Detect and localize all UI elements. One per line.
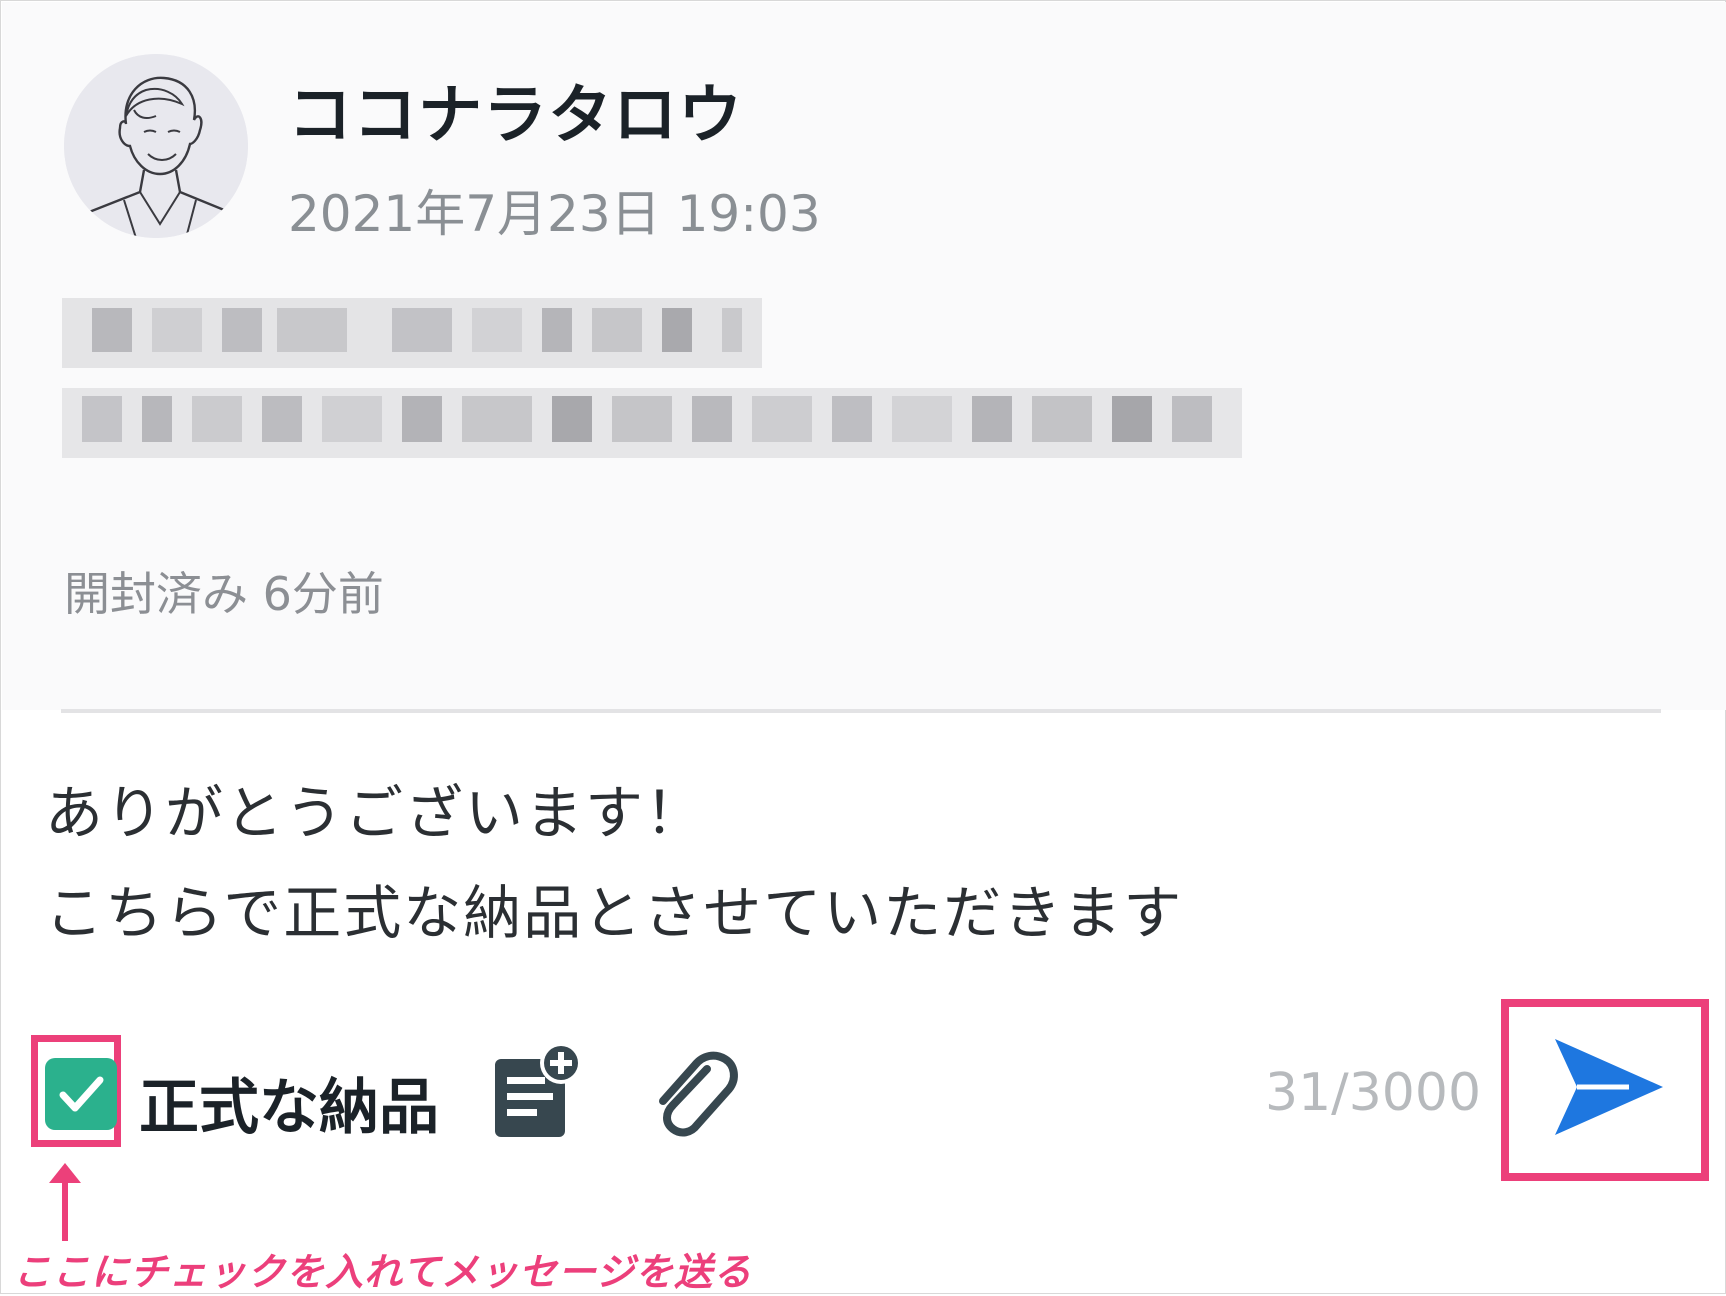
paperclip-icon[interactable] bbox=[653, 1041, 743, 1141]
message-input-line: こちらで正式な納品とさせていただきます bbox=[45, 879, 1184, 947]
message-timestamp: 2021年7月23日 19:03 bbox=[288, 185, 821, 243]
message-area: ココナラタロウ 2021年7月23日 19:03 開封済み 6分前 bbox=[2, 2, 1726, 710]
avatar[interactable] bbox=[64, 54, 248, 238]
blurred-message-line bbox=[62, 388, 1322, 458]
blurred-message-line bbox=[62, 298, 1322, 368]
official-delivery-checkbox[interactable] bbox=[45, 1058, 117, 1130]
annotation-caption: ここにチェックを入れてメッセージを送る bbox=[13, 1250, 753, 1294]
screenshot-frame: ココナラタロウ 2021年7月23日 19:03 開封済み 6分前 ありがとうご… bbox=[0, 0, 1726, 1294]
divider bbox=[61, 709, 1661, 713]
official-delivery-label[interactable]: 正式な納品 bbox=[139, 1059, 439, 1146]
check-icon bbox=[59, 1076, 104, 1112]
annotation-arrow-icon bbox=[45, 1161, 85, 1241]
send-icon bbox=[1555, 1039, 1663, 1135]
send-button[interactable] bbox=[1549, 1031, 1669, 1143]
sender-name: ココナラタロウ bbox=[288, 79, 743, 153]
template-add-icon[interactable] bbox=[491, 1041, 587, 1141]
character-count: 31/3000 bbox=[1265, 1063, 1482, 1123]
message-input-line: ありがとうございます！ bbox=[45, 779, 706, 847]
message-input[interactable]: ありがとうございます！ こちらで正式な納品とさせていただきます bbox=[45, 763, 1685, 963]
read-status: 開封済み 6分前 bbox=[64, 567, 384, 621]
avatar-illustration bbox=[64, 54, 248, 238]
